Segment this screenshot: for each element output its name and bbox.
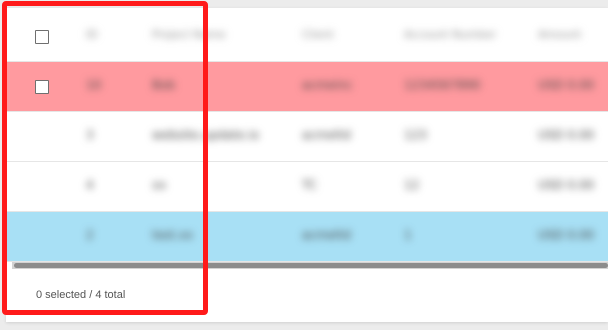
row-select-checkbox[interactable]: [35, 80, 49, 94]
table-row[interactable]: 10 Bob acmeinc 1234567890 USD 0.00: [6, 62, 608, 112]
column-header-name[interactable]: Project Name: [152, 28, 292, 41]
cell-amount: USD 0.00: [538, 228, 595, 242]
cell-account-number: 12: [404, 178, 420, 192]
cell-account-number: 1: [404, 228, 412, 242]
cell-client: acmeinc: [302, 78, 353, 92]
table-row[interactable]: 2 test.xx acmeltd 1 USD 0.00: [6, 212, 608, 262]
cell-client: acmeltd: [302, 128, 351, 142]
table-row[interactable]: 3 website.update.io acmeltd 123 USD 0.00: [6, 112, 608, 162]
cell-id: 10: [86, 78, 102, 92]
cell-name: website.update.io: [152, 128, 260, 142]
table-row[interactable]: 4 xx TC 12 USD 0.00: [6, 162, 608, 212]
cell-account-number: 1234567890: [404, 78, 481, 92]
cell-amount: USD 0.00: [538, 128, 595, 142]
cell-amount: USD 0.00: [538, 178, 595, 192]
data-grid: ID Project Name Client Account Number Am…: [6, 12, 608, 262]
cell-client: TC: [302, 178, 318, 192]
cell-id: 4: [86, 178, 94, 192]
cell-amount: USD 0.00: [538, 78, 595, 92]
table-header-row: ID Project Name Client Account Number Am…: [6, 12, 608, 62]
column-header-id[interactable]: ID: [86, 28, 98, 41]
column-header-amount[interactable]: Amount: [538, 28, 581, 41]
cell-name: xx: [152, 178, 167, 192]
cell-name: test.xx: [152, 228, 194, 242]
data-table-card: ID Project Name Client Account Number Am…: [6, 8, 608, 322]
column-header-account-number[interactable]: Account Number: [404, 28, 496, 41]
cell-account-number: 123: [404, 128, 427, 142]
horizontal-scrollbar-thumb[interactable]: [14, 263, 608, 268]
cell-id: 2: [86, 228, 94, 242]
cell-client: acmeltd: [302, 228, 351, 242]
cell-name: Bob: [152, 78, 176, 92]
cell-id: 3: [86, 128, 94, 142]
selection-summary: 0 selected / 4 total: [36, 289, 126, 301]
select-all-checkbox[interactable]: [35, 30, 49, 44]
column-header-client[interactable]: Client: [302, 28, 334, 41]
